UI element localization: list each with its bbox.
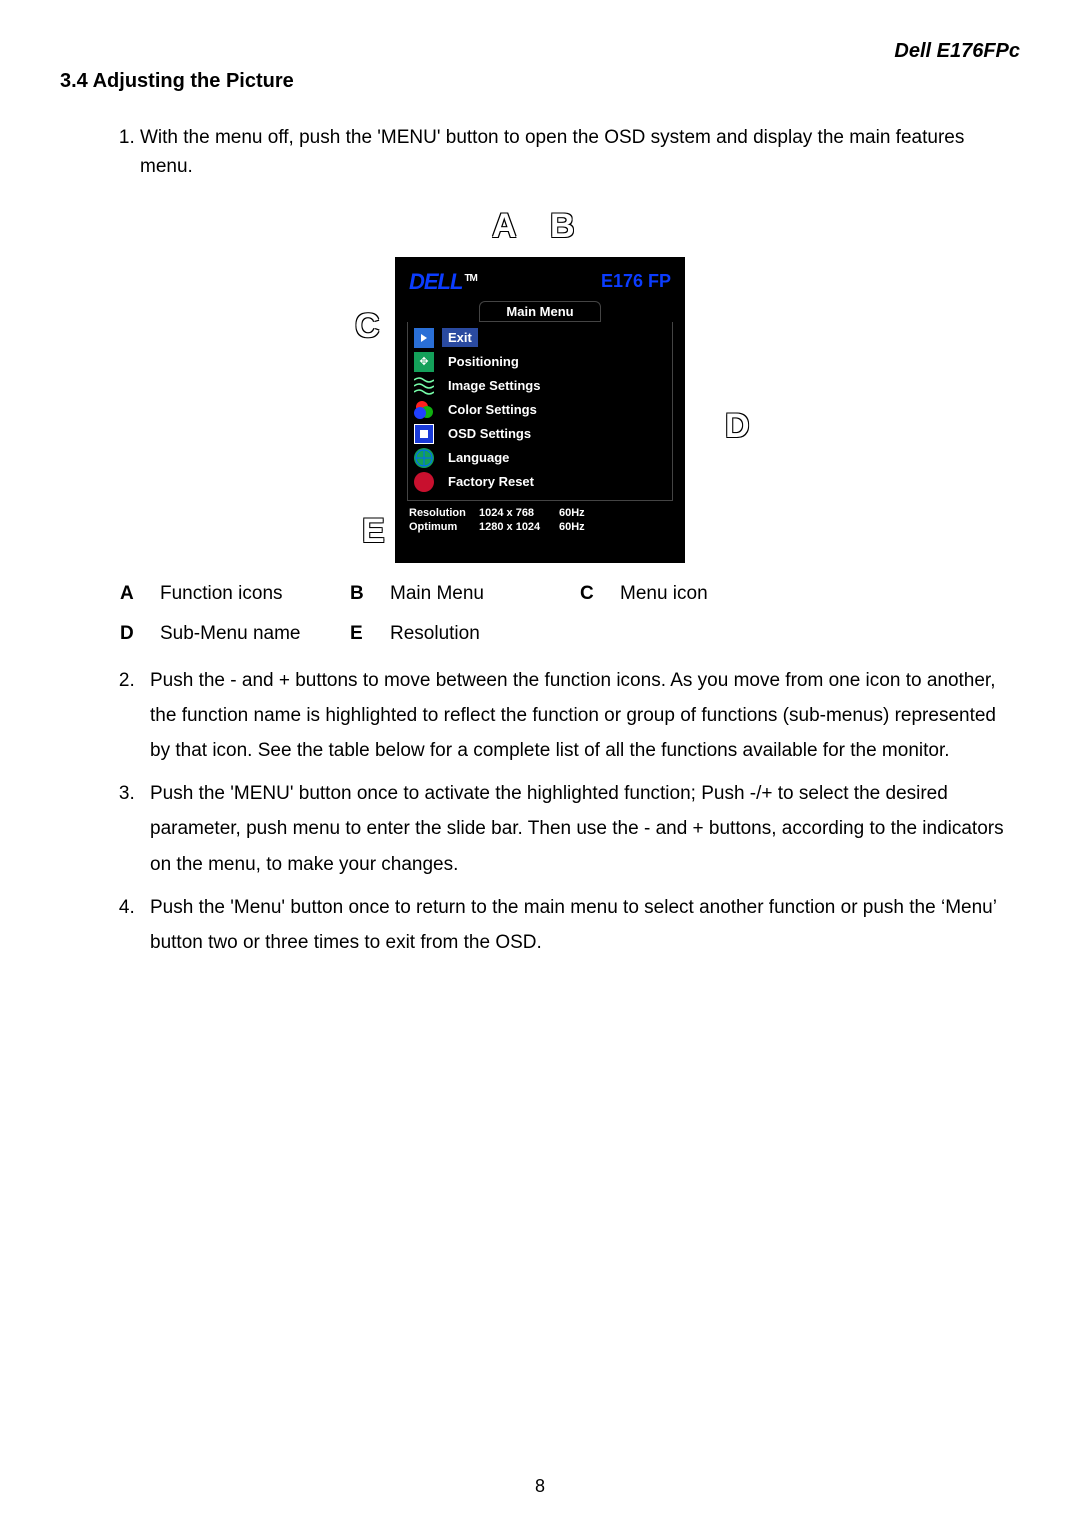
legend-val: Resolution [390, 623, 580, 645]
resolution-block: Resolution 1024 x 768 60Hz Optimum 1280 … [409, 507, 671, 533]
legend-key: C [580, 583, 620, 605]
legend-key: A [120, 583, 160, 605]
document-page: Dell E176FPc 3.4 Adjusting the Picture W… [0, 0, 1080, 1527]
resolution-value: 1024 x 768 [479, 507, 559, 519]
positioning-icon: ✥ [414, 352, 434, 372]
legend-val: Sub-Menu name [160, 623, 350, 645]
resolution-hz: 60Hz [559, 507, 599, 519]
exit-icon [414, 328, 434, 348]
menu-item-language[interactable]: Language [414, 446, 666, 470]
factory-reset-icon [414, 472, 434, 492]
menu-item-osd[interactable]: OSD Settings [414, 422, 666, 446]
menu-item-image[interactable]: Image Settings [414, 374, 666, 398]
menu-label: Exit [442, 328, 478, 347]
legend-key: D [120, 623, 160, 645]
optimum-label: Optimum [409, 521, 479, 533]
optimum-hz: 60Hz [559, 521, 599, 533]
menu-label: Image Settings [442, 376, 546, 395]
legend-key: B [350, 583, 390, 605]
menu-item-reset[interactable]: Factory Reset [414, 470, 666, 494]
step-3: Push the 'MENU' button once to activate … [140, 776, 1010, 881]
callout-A: A [492, 207, 517, 246]
language-icon [414, 448, 434, 468]
osd-model: E176 FP [601, 271, 671, 292]
header-model: Dell E176FPc [894, 40, 1020, 63]
osd-settings-icon [414, 424, 434, 444]
menu-label: OSD Settings [442, 424, 537, 443]
menu-label: Positioning [442, 352, 525, 371]
callout-C: C [355, 307, 380, 346]
section-title: 3.4 Adjusting the Picture [60, 70, 1020, 93]
legend-val: Function icons [160, 583, 350, 605]
menu-body: Exit ✥ Positioning Image Settings [407, 322, 673, 501]
legend-val: Menu icon [620, 583, 810, 605]
color-settings-icon [414, 400, 434, 420]
legend-val: Main Menu [390, 583, 580, 605]
callout-B: B [550, 207, 575, 246]
menu-label: Color Settings [442, 400, 543, 419]
legend-table: A Function icons B Main Menu C Menu icon… [120, 583, 1020, 645]
osd-panel: DELLTM E176 FP Main Menu Exit ✥ Position… [395, 257, 685, 563]
legend-key: E [350, 623, 390, 645]
menu-label: Factory Reset [442, 472, 540, 491]
step-2: Push the - and + buttons to move between… [140, 663, 1010, 768]
menu-item-color[interactable]: Color Settings [414, 398, 666, 422]
image-settings-icon [414, 376, 434, 396]
main-menu-tab: Main Menu [479, 301, 601, 322]
dell-logo: DELLTM [409, 269, 477, 295]
optimum-value: 1280 x 1024 [479, 521, 559, 533]
step-4: Push the 'Menu' button once to return to… [140, 890, 1010, 960]
step-1: With the menu off, push the 'MENU' butto… [140, 123, 1020, 182]
resolution-label: Resolution [409, 507, 479, 519]
menu-item-positioning[interactable]: ✥ Positioning [414, 350, 666, 374]
menu-label: Language [442, 448, 515, 467]
callout-E: E [362, 512, 385, 551]
page-number: 8 [0, 1476, 1080, 1497]
osd-figure: A B C D E DELLTM E176 FP Main Menu [60, 212, 1020, 563]
callout-D: D [725, 407, 750, 446]
menu-item-exit[interactable]: Exit [414, 326, 666, 350]
